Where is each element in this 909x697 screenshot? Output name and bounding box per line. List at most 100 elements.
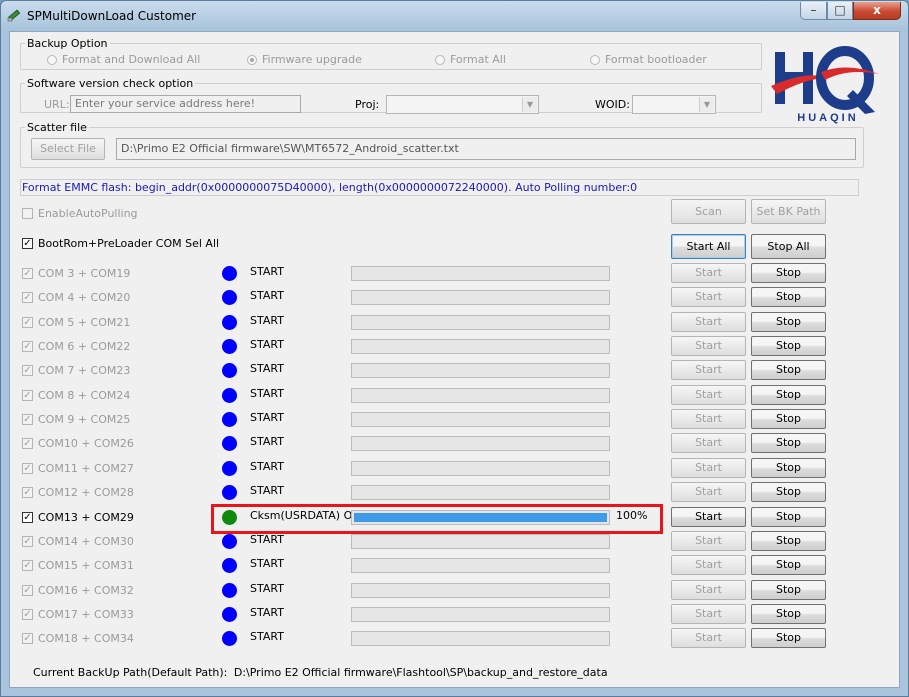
close-button[interactable]: x [853,2,901,20]
port-stop-button[interactable]: Stop [751,531,826,551]
set-bk-path-button[interactable]: Set BK Path [751,199,826,224]
port-checkbox[interactable]: ✓ COM 7 + COM23 [22,364,130,377]
status-idle-indicator [222,436,237,451]
port-start-button[interactable]: Start [671,263,746,283]
port-stop-button[interactable]: Stop [751,458,826,478]
scan-button[interactable]: Scan [671,199,746,224]
port-progress-bar [351,607,610,622]
chevron-down-icon: ▼ [522,97,537,112]
proj-combo[interactable]: ▼ [386,95,539,114]
port-stop-label: Stop [775,436,801,449]
port-start-button[interactable]: Start [671,555,746,575]
checkbox-box: ✓ [22,365,33,376]
port-checkbox[interactable]: ✓ COM 6 + COM22 [22,340,130,353]
enable-auto-pulling-checkbox[interactable]: EnableAutoPulling [22,207,138,220]
port-start-label: Start [695,290,722,303]
status-idle-indicator [222,631,237,646]
port-stop-label: Stop [775,485,801,498]
port-start-button[interactable]: Start [671,409,746,429]
app-icon [7,9,21,22]
port-checkbox[interactable]: ✓ COM15 + COM31 [22,559,134,572]
port-start-button[interactable]: Start [671,385,746,405]
port-start-button[interactable]: Start [671,433,746,453]
port-stop-button[interactable]: Stop [751,409,826,429]
stop-all-button[interactable]: Stop All [751,234,826,259]
backup-radio-label: Format and Download All [62,53,201,66]
port-start-button[interactable]: Start [671,360,746,380]
maximize-button[interactable]: □ [827,2,853,20]
port-start-button[interactable]: Start [671,458,746,478]
port-label: COM15 + COM31 [38,559,134,572]
port-checkbox[interactable]: ✓ COM 5 + COM21 [22,316,130,329]
status-idle-indicator [222,461,237,476]
woid-combo[interactable]: ▼ [632,95,716,114]
proj-label: Proj: [355,98,380,111]
radio-circle [435,54,445,65]
port-start-label: Start [695,315,722,328]
port-start-button[interactable]: Start [671,482,746,502]
port-start-button[interactable]: Start [671,507,746,527]
port-stop-button[interactable]: Stop [751,482,826,502]
bootrom-preloader-select-all-checkbox[interactable]: ✓ BootRom+PreLoader COM Sel All [22,237,219,250]
port-stop-button[interactable]: Stop [751,604,826,624]
port-checkbox[interactable]: ✓ COM16 + COM32 [22,584,134,597]
port-status-text: START [250,557,284,570]
start-all-button[interactable]: Start All [671,234,746,259]
port-stop-button[interactable]: Stop [751,555,826,575]
port-checkbox[interactable]: ✓ COM13 + COM29 [22,511,134,524]
port-status-text: START [250,630,284,643]
maximize-icon: □ [834,3,846,17]
port-checkbox[interactable]: ✓ COM12 + COM28 [22,486,134,499]
port-stop-button[interactable]: Stop [751,385,826,405]
backup-radio-2[interactable]: Format All [435,53,506,66]
radio-circle [247,54,257,65]
port-status-text: START [250,411,284,424]
port-stop-button[interactable]: Stop [751,360,826,380]
port-checkbox[interactable]: ✓ COM11 + COM27 [22,462,134,475]
port-start-label: Start [695,412,722,425]
minimize-button[interactable]: – [800,2,827,20]
port-checkbox[interactable]: ✓ COM18 + COM34 [22,632,134,645]
title-bar[interactable]: SPMultiDownLoad Customer – □ x [1,1,908,31]
port-stop-label: Stop [775,607,801,620]
port-checkbox[interactable]: ✓ COM 9 + COM25 [22,413,130,426]
port-stop-button[interactable]: Stop [751,312,826,332]
bootrom-select-all-label: BootRom+PreLoader COM Sel All [38,237,220,250]
port-stop-button[interactable]: Stop [751,628,826,648]
port-stop-button[interactable]: Stop [751,263,826,283]
backup-radio-0[interactable]: Format and Download All [47,53,200,66]
url-input[interactable]: Enter your service address here! [70,95,301,113]
port-progress-bar [351,461,610,476]
radio-circle [47,54,57,65]
backup-radio-3[interactable]: Format bootloader [590,53,707,66]
port-checkbox[interactable]: ✓ COM10 + COM26 [22,437,134,450]
port-start-button[interactable]: Start [671,580,746,600]
port-label: COM11 + COM27 [38,462,134,475]
port-checkbox[interactable]: ✓ COM14 + COM30 [22,535,134,548]
port-checkbox[interactable]: ✓ COM 8 + COM24 [22,389,130,402]
scatter-path-field[interactable]: D:\Primo E2 Official firmware\SW\MT6572_… [116,138,856,160]
port-label: COM 8 + COM24 [38,389,131,402]
port-stop-button[interactable]: Stop [751,336,826,356]
port-checkbox[interactable]: ✓ COM17 + COM33 [22,608,134,621]
checkbox-box: ✓ [22,536,33,547]
port-start-button[interactable]: Start [671,287,746,307]
port-start-label: Start [695,510,722,523]
woid-label: WOID: [595,98,630,111]
port-start-button[interactable]: Start [671,312,746,332]
port-start-button[interactable]: Start [671,531,746,551]
port-start-button[interactable]: Start [671,336,746,356]
port-stop-button[interactable]: Stop [751,433,826,453]
checkbox-box: ✓ [22,268,33,279]
port-start-button[interactable]: Start [671,604,746,624]
select-file-button[interactable]: Select File [31,138,105,160]
port-checkbox[interactable]: ✓ COM 3 + COM19 [22,267,130,280]
port-start-button[interactable]: Start [671,628,746,648]
port-status-text: START [250,460,284,473]
checkbox-box: ✓ [22,609,33,620]
port-stop-button[interactable]: Stop [751,287,826,307]
port-checkbox[interactable]: ✓ COM 4 + COM20 [22,291,130,304]
port-stop-button[interactable]: Stop [751,507,826,527]
port-stop-button[interactable]: Stop [751,580,826,600]
backup-radio-1[interactable]: Firmware upgrade [247,53,362,66]
